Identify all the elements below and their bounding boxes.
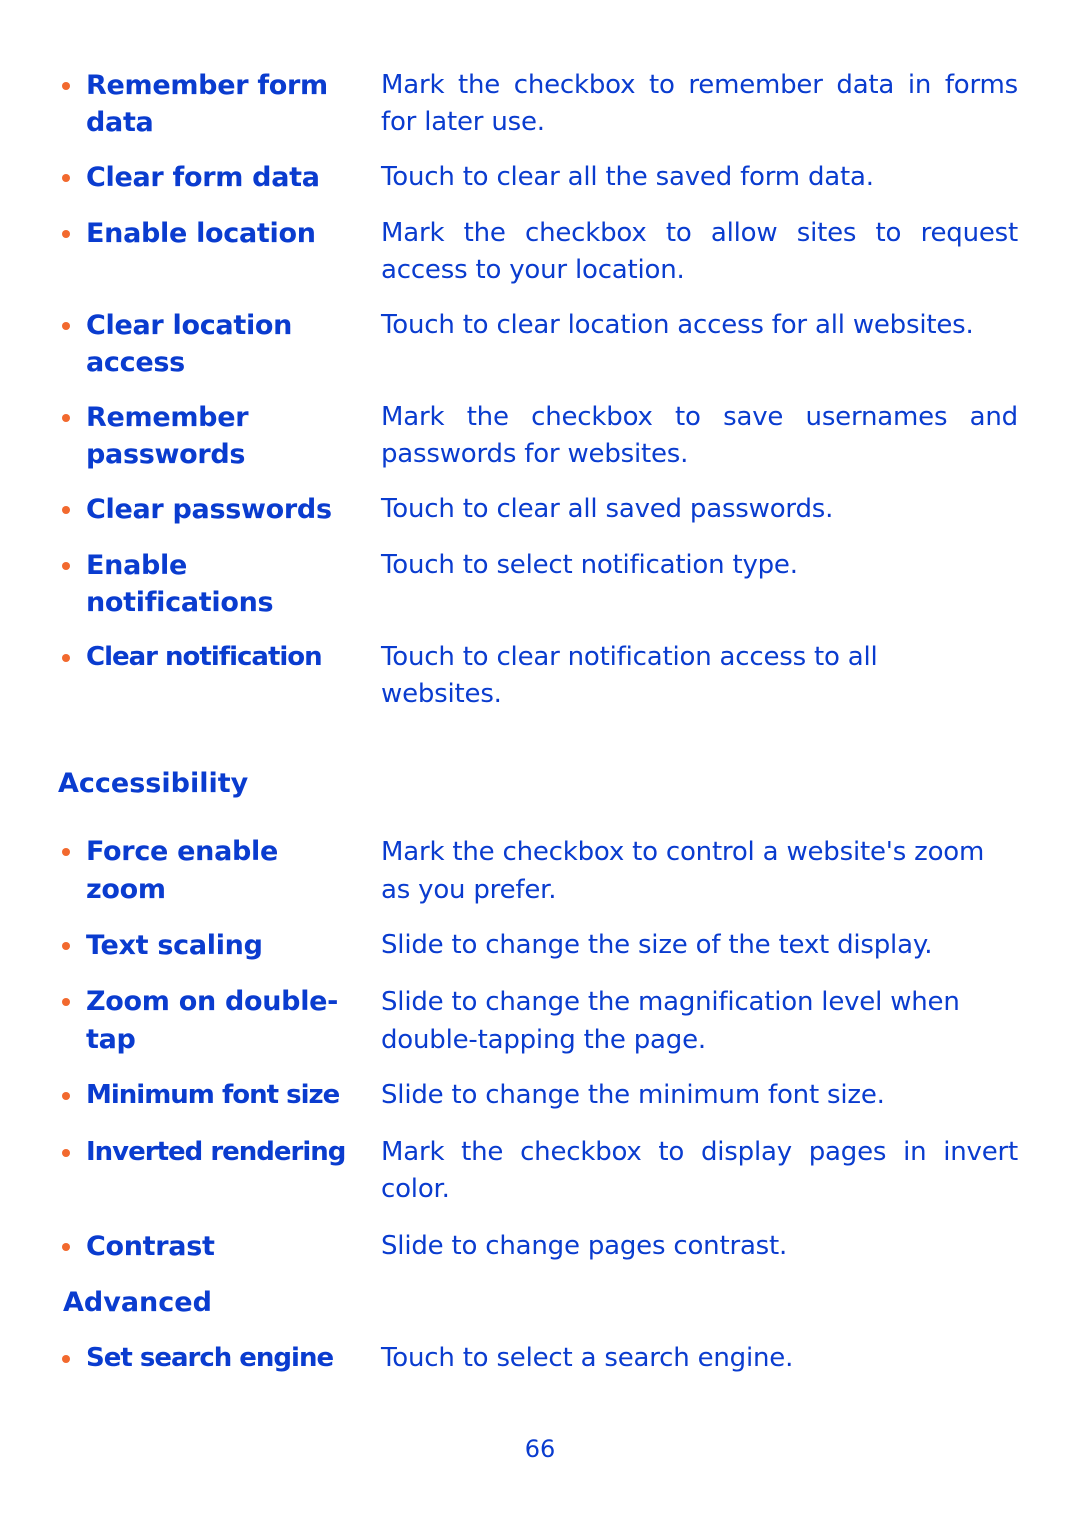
bullet-icon — [62, 174, 70, 182]
bullet-icon — [62, 1092, 70, 1100]
setting-term: Minimum font size — [86, 1080, 340, 1110]
setting-term: Inverted rendering — [86, 1137, 346, 1167]
bullet-icon — [62, 942, 70, 950]
setting-term: Text scaling — [86, 930, 263, 961]
bullet-icon — [62, 848, 70, 856]
setting-term: Clear form data — [86, 162, 320, 193]
setting-description: Touch to clear notification access to al… — [381, 642, 878, 709]
setting-term: Enable notifications — [86, 550, 274, 618]
setting-description: Touch to clear location access for all w… — [381, 310, 974, 340]
setting-description: Slide to change the minimum font size. — [381, 1080, 885, 1110]
setting-description: Mark the checkbox to control a website's… — [381, 837, 985, 905]
setting-description: Mark the checkbox to save usernames and … — [381, 402, 1018, 469]
bullet-icon — [62, 1355, 70, 1363]
setting-term: Clear notification — [86, 642, 323, 672]
page-number: 66 — [524, 1435, 556, 1463]
setting-description: Slide to change the size of the text dis… — [381, 930, 933, 960]
setting-description: Touch to select notification type. — [381, 550, 798, 580]
bullet-icon — [62, 414, 70, 422]
setting-description: Touch to clear all the saved form data. — [381, 162, 874, 192]
setting-description: Slide to change pages contrast. — [381, 1231, 788, 1261]
setting-term: Zoom on double-tap — [86, 986, 339, 1055]
bullet-icon — [62, 998, 70, 1006]
setting-description: Mark the checkbox to display pages in in… — [381, 1137, 1018, 1204]
setting-description: Touch to select a search engine. — [381, 1343, 794, 1373]
bullet-icon — [62, 506, 70, 514]
bullet-icon — [62, 322, 70, 330]
bullet-icon — [62, 230, 70, 238]
section-heading-advanced: Advanced — [63, 1287, 212, 1318]
section-heading-accessibility: Accessibility — [58, 768, 249, 799]
setting-description: Mark the checkbox to remember data in fo… — [381, 70, 1018, 137]
setting-term: Enable location — [86, 218, 316, 249]
bullet-icon — [62, 1149, 70, 1157]
setting-term: Remember form data — [86, 70, 328, 138]
bullet-icon — [62, 654, 70, 662]
setting-description: Mark the checkbox to allow sites to requ… — [381, 218, 1018, 285]
bullet-icon — [62, 1243, 70, 1251]
setting-term: Clear passwords — [86, 494, 332, 525]
setting-term: Clear location access — [86, 310, 293, 378]
bullet-icon — [62, 82, 70, 90]
setting-description: Touch to clear all saved passwords. — [381, 494, 834, 524]
setting-term: Contrast — [86, 1231, 215, 1262]
setting-term: Set search engine — [86, 1343, 334, 1373]
bullet-icon — [62, 562, 70, 570]
setting-term: Force enable zoom — [86, 836, 278, 905]
setting-term: Remember passwords — [86, 402, 249, 470]
setting-description: Slide to change the magnification level … — [381, 987, 960, 1055]
